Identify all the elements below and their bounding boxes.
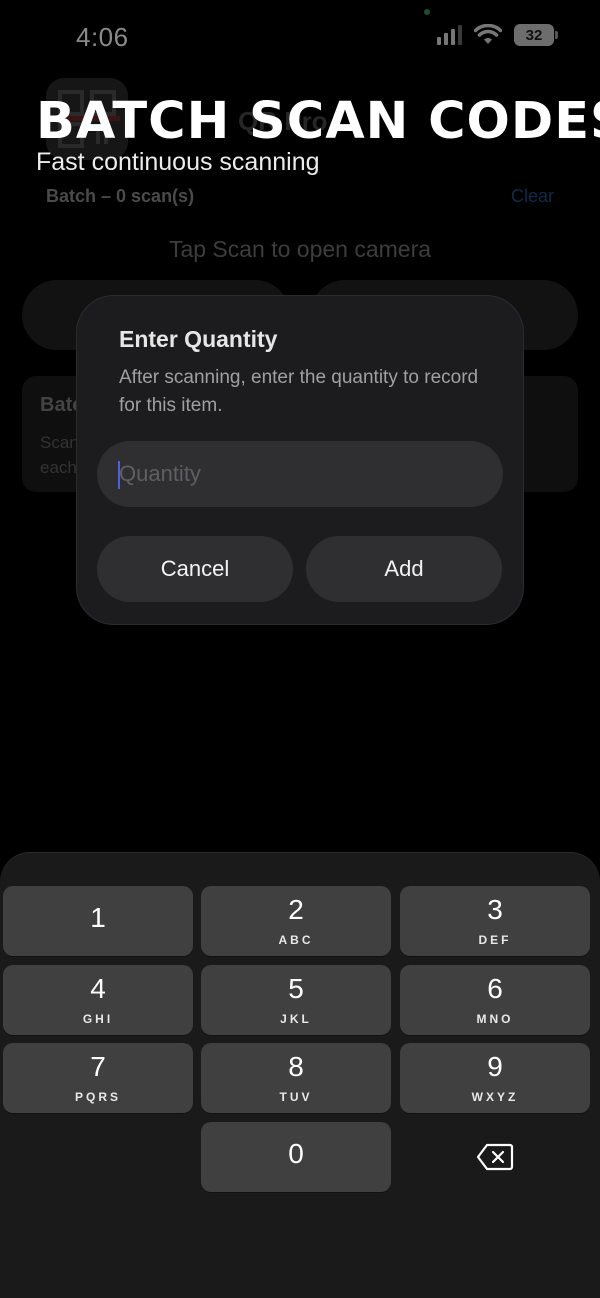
key-3-digit: 3 — [487, 894, 503, 925]
key-3[interactable]: 3 DEF — [400, 886, 590, 956]
quantity-placeholder: Quantity — [119, 461, 201, 486]
key-5-digit: 5 — [288, 973, 304, 1004]
key-8-letters: TUV — [279, 1090, 313, 1104]
key-9-digit: 9 — [487, 1051, 503, 1082]
text-cursor — [118, 461, 120, 489]
quantity-input[interactable]: Quantity — [97, 441, 503, 507]
enter-quantity-dialog: Enter Quantity After scanning, enter the… — [76, 295, 524, 625]
key-4-digit: 4 — [90, 973, 106, 1004]
add-button[interactable]: Add — [306, 536, 502, 602]
key-6-letters: MNO — [476, 1012, 514, 1026]
key-9-letters: WXYZ — [471, 1090, 519, 1104]
key-6-digit: 6 — [487, 973, 503, 1004]
key-3-letters: DEF — [478, 933, 512, 947]
wifi-icon — [474, 24, 502, 44]
key-2[interactable]: 2 ABC — [201, 886, 391, 956]
key-0[interactable]: 0 — [201, 1122, 391, 1192]
key-7-letters: PQRS — [74, 1090, 121, 1104]
key-2-digit: 2 — [288, 894, 304, 925]
promo-subheadline: Fast continuous scanning — [36, 148, 320, 176]
key-1-digit: 1 — [90, 902, 106, 933]
key-2-letters: ABC — [278, 933, 314, 947]
key-5[interactable]: 5 JKL — [201, 965, 391, 1035]
clear-button[interactable]: Clear — [511, 186, 554, 207]
dialog-message: After scanning, enter the quantity to re… — [119, 367, 479, 416]
key-4[interactable]: 4 GHI — [3, 965, 193, 1035]
battery-icon: 32 — [514, 24, 558, 46]
key-5-letters: JKL — [280, 1012, 312, 1026]
camera-indicator-icon — [424, 9, 430, 15]
key-9[interactable]: 9 WXYZ — [400, 1043, 590, 1113]
status-time: 4:06 — [76, 22, 129, 52]
key-4-letters: GHI — [82, 1012, 114, 1026]
cellular-signal-icon — [437, 25, 462, 45]
cancel-button[interactable]: Cancel — [97, 536, 293, 602]
key-6[interactable]: 6 MNO — [400, 965, 590, 1035]
batch-card-text: Scan each — [40, 430, 79, 480]
key-1[interactable]: 1 — [3, 886, 193, 956]
batch-card-line-2: each — [40, 458, 77, 477]
key-0-digit: 0 — [288, 1138, 304, 1169]
dialog-title: Enter Quantity — [119, 326, 278, 352]
key-7[interactable]: 7 PQRS — [3, 1043, 193, 1113]
promo-headline: BATCH SCAN CODES — [36, 92, 600, 151]
status-icons: 32 — [437, 24, 558, 46]
backspace-icon — [476, 1143, 514, 1171]
key-7-digit: 7 — [90, 1051, 106, 1082]
batch-count-label: Batch – 0 scan(s) — [46, 186, 195, 206]
key-8[interactable]: 8 TUV — [201, 1043, 391, 1113]
key-8-digit: 8 — [288, 1051, 304, 1082]
batch-card-line-1: Scan — [40, 433, 79, 452]
delete-key[interactable] — [400, 1122, 590, 1192]
scan-hint: Tap Scan to open camera — [168, 236, 432, 262]
